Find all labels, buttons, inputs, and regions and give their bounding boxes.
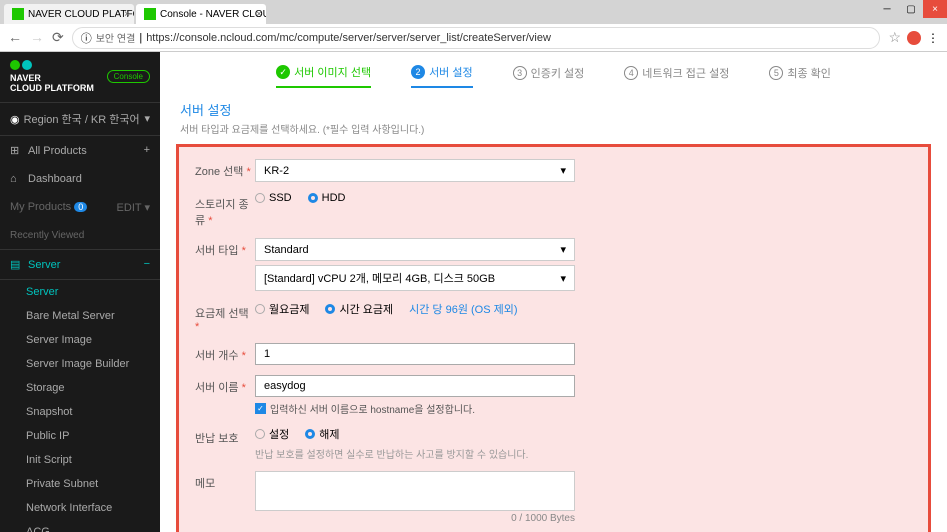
sidebar-my-products[interactable]: My Products 0 EDIT ▾ <box>0 193 160 222</box>
minus-icon: − <box>144 258 150 270</box>
chevron-down-icon: ▾ <box>560 272 566 285</box>
plan-note: 시간 당 96원 (OS 제외) <box>409 301 517 317</box>
minimize-button[interactable]: ─ <box>875 0 899 18</box>
sidebar-sub-storage[interactable]: Storage <box>0 376 160 400</box>
step-5[interactable]: 5최종 확인 <box>769 64 831 88</box>
separator: | <box>139 32 142 44</box>
chevron-down-icon: ▾ <box>560 164 566 177</box>
section-subtitle: 서버 타입과 요금제를 선택하세요. (*필수 입력 사항입니다.) <box>180 121 927 136</box>
sidebar-sub-privatesubnet[interactable]: Private Subnet <box>0 472 160 496</box>
server-type-label: 서버 타입 <box>195 245 239 257</box>
byte-count: 0 / 1000 Bytes <box>255 513 575 524</box>
window-close-button[interactable]: × <box>923 0 947 18</box>
chevron-down-icon: ▾ <box>560 243 566 256</box>
tab-title-1: NAVER CLOUD PLATFOR <box>28 9 134 20</box>
forward-button[interactable]: → <box>30 29 44 46</box>
console-badge[interactable]: Console <box>107 70 150 83</box>
sidebar-dashboard[interactable]: ⌂Dashboard <box>0 165 160 193</box>
memo-textarea[interactable] <box>255 471 575 511</box>
main-content: ✓서버 이미지 선택 2서버 설정 3인증키 설정 4네트워크 접근 설정 5최… <box>160 52 947 532</box>
storage-hdd-radio[interactable]: HDD <box>308 192 346 204</box>
sidebar-sub-publicip[interactable]: Public IP <box>0 424 160 448</box>
step-1[interactable]: ✓서버 이미지 선택 <box>276 64 371 88</box>
reload-button[interactable]: ⟳ <box>52 29 64 46</box>
favicon-2 <box>144 8 156 20</box>
plan-label: 요금제 선택 <box>195 308 249 320</box>
logo[interactable]: NAVERCLOUD PLATFORM <box>10 60 94 94</box>
favicon-1 <box>12 8 24 20</box>
server-settings-form: Zone 선택 * KR-2▾ 스토리지 종류 * SSD HDD 서버 타입 … <box>176 144 931 532</box>
step-2[interactable]: 2서버 설정 <box>411 64 473 88</box>
globe-icon: ◉ <box>10 114 20 126</box>
hostname-checkbox[interactable]: ✓ <box>255 403 266 414</box>
plan-hourly-radio[interactable]: 시간 요금제 <box>325 301 393 317</box>
home-icon: ⌂ <box>10 173 22 185</box>
protect-off-radio[interactable]: 해제 <box>305 426 339 442</box>
chevron-down-icon: ▾ <box>144 112 150 125</box>
hostname-label: 입력하신 서버 이름으로 hostname을 설정합니다. <box>270 401 475 416</box>
server-name-input[interactable] <box>255 375 575 397</box>
server-count-input[interactable] <box>255 343 575 365</box>
check-icon: ✓ <box>276 65 290 79</box>
sidebar-all-products[interactable]: ⊞All Products + <box>0 136 160 165</box>
back-button[interactable]: ← <box>8 29 22 46</box>
bookmark-icon[interactable]: ☆ <box>888 29 901 46</box>
tab-title-2: Console - NAVER CLOU <box>160 9 266 20</box>
protect-label: 반납 보호 <box>195 426 255 446</box>
plan-monthly-radio[interactable]: 월요금제 <box>255 301 309 317</box>
storage-label: 스토리지 종류 <box>195 199 249 227</box>
url-text: https://console.ncloud.com/mc/compute/se… <box>146 32 871 44</box>
count-label: 서버 개수 <box>195 350 239 362</box>
close-icon[interactable]: × <box>124 9 130 20</box>
menu-icon[interactable]: ⋮ <box>927 31 939 45</box>
sidebar-sub-baremetal[interactable]: Bare Metal Server <box>0 304 160 328</box>
zone-label: Zone 선택 <box>195 166 243 178</box>
info-icon[interactable]: ⓘ <box>81 30 92 46</box>
sidebar-sub-networkinterface[interactable]: Network Interface <box>0 496 160 520</box>
section-title: 서버 설정 <box>180 100 927 119</box>
server-type-select[interactable]: Standard▾ <box>255 238 575 261</box>
nav-arrows: ← → ⟳ <box>8 29 64 46</box>
storage-ssd-radio[interactable]: SSD <box>255 192 292 204</box>
extension-icon[interactable] <box>907 31 921 45</box>
sidebar-sub-acg[interactable]: ACG <box>0 520 160 532</box>
protect-on-radio[interactable]: 설정 <box>255 426 289 442</box>
wizard-steps: ✓서버 이미지 선택 2서버 설정 3인증키 설정 4네트워크 접근 설정 5최… <box>160 52 947 96</box>
url-bar[interactable]: ⓘ 보안 연결 | https://console.ncloud.com/mc/… <box>72 27 881 49</box>
recently-viewed-header: Recently Viewed <box>0 222 160 249</box>
close-icon[interactable]: × <box>256 9 262 20</box>
step-4[interactable]: 4네트워크 접근 설정 <box>624 64 729 88</box>
browser-tab-1[interactable]: NAVER CLOUD PLATFOR × <box>4 4 134 24</box>
address-bar: ← → ⟳ ⓘ 보안 연결 | https://console.ncloud.c… <box>0 24 947 52</box>
sidebar-sub-snapshot[interactable]: Snapshot <box>0 400 160 424</box>
sidebar-server[interactable]: ▤Server − <box>0 249 160 280</box>
protect-help: 반납 보호를 설정하면 실수로 반납하는 사고를 방지할 수 있습니다. <box>255 446 912 461</box>
chevron-down-icon: ▾ <box>144 202 150 214</box>
server-spec-select[interactable]: [Standard] vCPU 2개, 메모리 4GB, 디스크 50GB▾ <box>255 265 575 291</box>
step-3[interactable]: 3인증키 설정 <box>513 64 585 88</box>
memo-label: 메모 <box>195 471 255 491</box>
sidebar-sub-serverimage[interactable]: Server Image <box>0 328 160 352</box>
region-selector[interactable]: ◉Region 한국 / KR 한국어 ▾ <box>0 102 160 136</box>
window-controls: ─ ▢ × <box>875 0 947 18</box>
browser-tab-bar: NAVER CLOUD PLATFOR × Console - NAVER CL… <box>0 0 947 24</box>
sidebar-sub-imagebuilder[interactable]: Server Image Builder <box>0 352 160 376</box>
name-label: 서버 이름 <box>195 382 239 394</box>
maximize-button[interactable]: ▢ <box>899 0 923 18</box>
sidebar-sub-server[interactable]: Server <box>0 280 160 304</box>
server-icon: ▤ <box>10 258 22 271</box>
grid-icon: ⊞ <box>10 144 22 157</box>
plus-icon: + <box>144 144 150 156</box>
sidebar-sub-initscript[interactable]: Init Script <box>0 448 160 472</box>
sidebar: NAVERCLOUD PLATFORM Console ◉Region 한국 /… <box>0 52 160 532</box>
browser-tab-2[interactable]: Console - NAVER CLOU × <box>136 4 266 24</box>
zone-select[interactable]: KR-2▾ <box>255 159 575 182</box>
secure-label: 보안 연결 <box>96 30 136 45</box>
